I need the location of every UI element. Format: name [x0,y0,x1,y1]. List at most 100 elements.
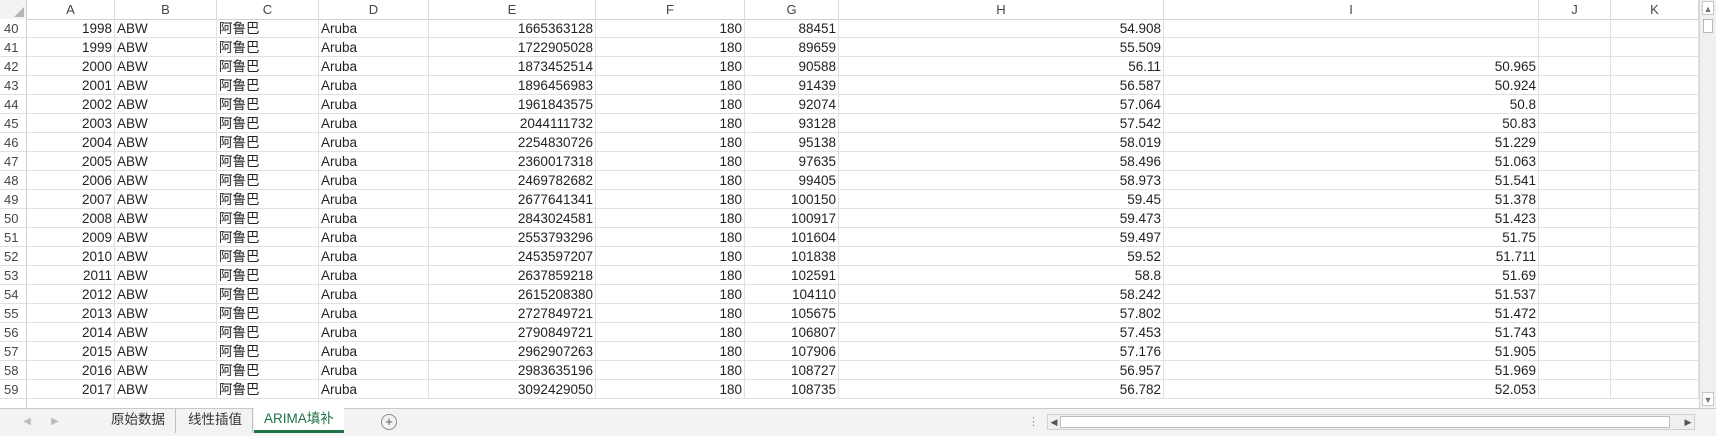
cell-h[interactable]: 58.8 [839,266,1164,285]
cell-e[interactable]: 2469782682 [429,171,596,190]
cell-year[interactable]: 2016 [27,361,115,380]
cell-f[interactable]: 180 [596,304,745,323]
cell-name-cn[interactable]: 阿鲁巴 [217,114,319,133]
cell-name-cn[interactable]: 阿鲁巴 [217,304,319,323]
cell-k[interactable] [1611,95,1699,114]
cell-k[interactable] [1611,19,1699,38]
cell-i[interactable]: 51.378 [1164,190,1539,209]
cell-year[interactable]: 2013 [27,304,115,323]
row-number[interactable]: 54 [0,285,27,304]
cell-e[interactable]: 2254830726 [429,133,596,152]
chevron-right-icon[interactable]: ▶ [1682,415,1694,429]
cell-name-cn[interactable]: 阿鲁巴 [217,228,319,247]
cell-g[interactable]: 104110 [745,285,839,304]
cell-year[interactable]: 1999 [27,38,115,57]
cell-g[interactable]: 97635 [745,152,839,171]
sheet-tab-arima[interactable]: ARIMA填补 [254,408,344,433]
cell-year[interactable]: 2001 [27,76,115,95]
column-header-e[interactable]: E [429,0,596,19]
row-number[interactable]: 42 [0,57,27,76]
cell-name-en[interactable]: Aruba [319,304,429,323]
cell-g[interactable]: 95138 [745,133,839,152]
cell-h[interactable]: 58.973 [839,171,1164,190]
cell-name-en[interactable]: Aruba [319,380,429,399]
column-header-j[interactable]: J [1539,0,1611,19]
horizontal-scroll-thumb[interactable] [1060,416,1670,428]
spreadsheet-grid[interactable]: A B C D E F G H I J K 40 1998 ABW 阿鲁巴 Aruba 1… [0,0,1699,408]
cell-h[interactable]: 59.473 [839,209,1164,228]
column-header-c[interactable]: C [217,0,319,19]
tab-next-icon[interactable]: ▶ [48,416,62,427]
cell-name-en[interactable]: Aruba [319,323,429,342]
row-number[interactable]: 56 [0,323,27,342]
cell-e[interactable]: 2453597207 [429,247,596,266]
column-header-f[interactable]: F [596,0,745,19]
cell-k[interactable] [1611,76,1699,95]
plus-circle-icon[interactable]: + [381,414,397,430]
cell-k[interactable] [1611,38,1699,57]
cell-k[interactable] [1611,247,1699,266]
cell-g[interactable]: 93128 [745,114,839,133]
cell-j[interactable] [1539,171,1611,190]
row-number[interactable]: 44 [0,95,27,114]
cell-g[interactable]: 89659 [745,38,839,57]
cell-name-cn[interactable]: 阿鲁巴 [217,380,319,399]
cell-e[interactable]: 2044111732 [429,114,596,133]
cell-i[interactable]: 51.75 [1164,228,1539,247]
cell-g[interactable]: 108727 [745,361,839,380]
cell-e[interactable]: 2962907263 [429,342,596,361]
cell-i[interactable]: 51.063 [1164,152,1539,171]
cell-i[interactable]: 51.743 [1164,323,1539,342]
cell-h[interactable]: 57.802 [839,304,1164,323]
cell-j[interactable] [1539,342,1611,361]
cell-name-cn[interactable]: 阿鲁巴 [217,361,319,380]
cell-k[interactable] [1611,190,1699,209]
cell-h[interactable]: 56.587 [839,76,1164,95]
cell-code[interactable]: ABW [115,266,217,285]
cell-year[interactable]: 2010 [27,247,115,266]
cell-name-en[interactable]: Aruba [319,19,429,38]
cell-year[interactable]: 2011 [27,266,115,285]
cell-e[interactable]: 2677641341 [429,190,596,209]
cell-j[interactable] [1539,209,1611,228]
cell-f[interactable]: 180 [596,19,745,38]
row-number[interactable]: 41 [0,38,27,57]
cell-j[interactable] [1539,266,1611,285]
column-header-d[interactable]: D [319,0,429,19]
cell-name-en[interactable]: Aruba [319,133,429,152]
cell-year[interactable]: 2002 [27,95,115,114]
cell-name-en[interactable]: Aruba [319,190,429,209]
column-header-g[interactable]: G [745,0,839,19]
cell-f[interactable]: 180 [596,76,745,95]
tab-prev-icon[interactable]: ◀ [20,416,34,427]
cell-name-en[interactable]: Aruba [319,76,429,95]
cell-code[interactable]: ABW [115,323,217,342]
select-all-corner[interactable] [0,0,27,19]
column-header-i[interactable]: I [1164,0,1539,19]
sheet-tab-raw-data[interactable]: 原始数据 [101,409,176,433]
cell-g[interactable]: 100150 [745,190,839,209]
cell-code[interactable]: ABW [115,209,217,228]
cell-name-en[interactable]: Aruba [319,95,429,114]
cell-year[interactable]: 2015 [27,342,115,361]
cell-year[interactable]: 2017 [27,380,115,399]
cell-j[interactable] [1539,190,1611,209]
cell-k[interactable] [1611,57,1699,76]
cell-year[interactable]: 2006 [27,171,115,190]
cell-code[interactable]: ABW [115,114,217,133]
cell-i[interactable]: 50.8 [1164,95,1539,114]
cell-name-en[interactable]: Aruba [319,38,429,57]
cell-year[interactable]: 2007 [27,190,115,209]
cell-name-en[interactable]: Aruba [319,342,429,361]
cell-k[interactable] [1611,266,1699,285]
cell-name-cn[interactable]: 阿鲁巴 [217,266,319,285]
cell-h[interactable]: 56.782 [839,380,1164,399]
cell-e[interactable]: 1961843575 [429,95,596,114]
cell-h[interactable]: 56.11 [839,57,1164,76]
cell-k[interactable] [1611,114,1699,133]
cell-e[interactable]: 2637859218 [429,266,596,285]
cell-k[interactable] [1611,285,1699,304]
cell-f[interactable]: 180 [596,38,745,57]
cell-name-cn[interactable]: 阿鲁巴 [217,57,319,76]
cell-j[interactable] [1539,76,1611,95]
